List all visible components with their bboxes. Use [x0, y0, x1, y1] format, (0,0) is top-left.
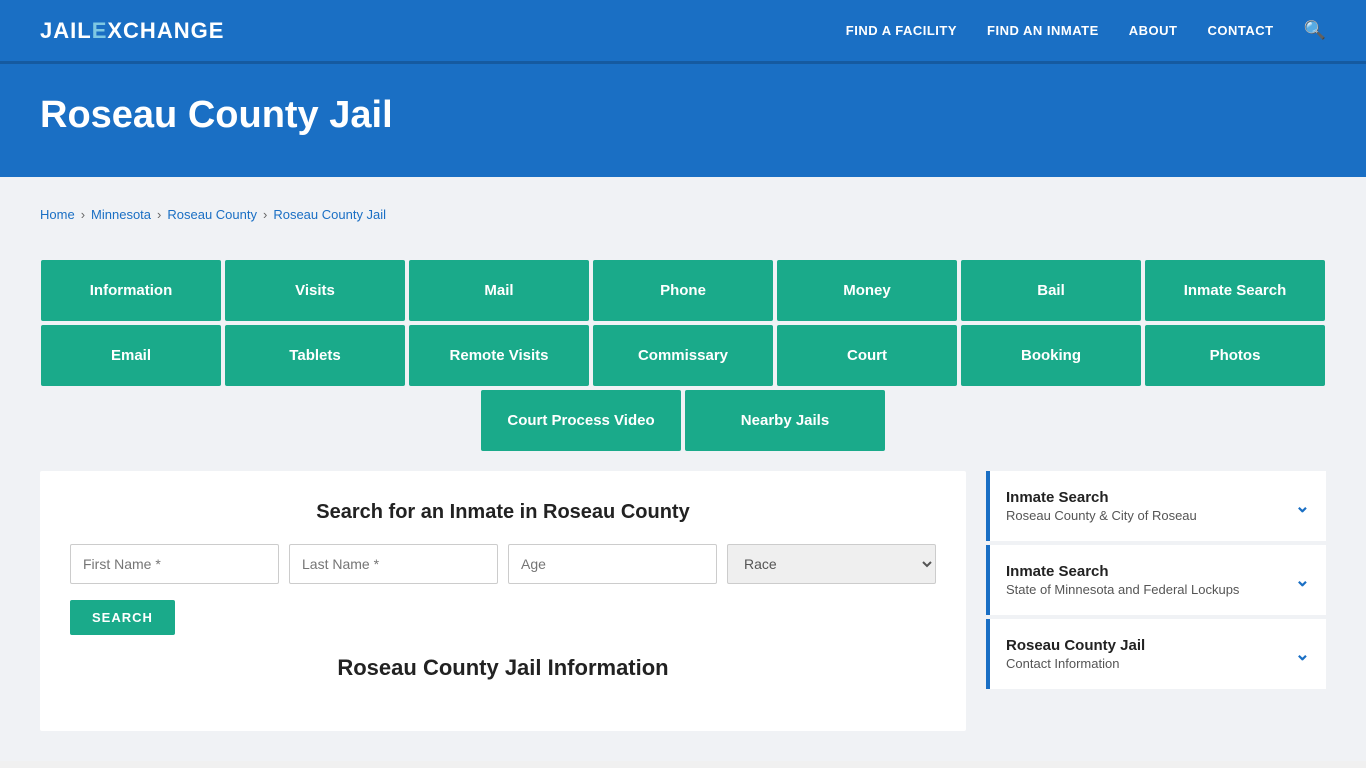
nav-contact[interactable]: CONTACT: [1207, 23, 1273, 38]
breadcrumb-state[interactable]: Minnesota: [91, 207, 151, 222]
grid-btn-booking[interactable]: Booking: [961, 325, 1141, 386]
sidebar-item-text-0: Inmate Search Roseau County & City of Ro…: [1006, 489, 1295, 523]
grid-btn-mail[interactable]: Mail: [409, 260, 589, 321]
grid-btn-information[interactable]: Information: [41, 260, 221, 321]
nav-find-inmate[interactable]: FIND AN INMATE: [987, 23, 1099, 38]
grid-btn-court[interactable]: Court: [777, 325, 957, 386]
grid-btn-remote-visits[interactable]: Remote Visits: [409, 325, 589, 386]
breadcrumb: Home › Minnesota › Roseau County › Rosea…: [40, 197, 1326, 232]
chevron-down-icon-2: ⌄: [1295, 644, 1310, 665]
button-row-2: EmailTabletsRemote VisitsCommissaryCourt…: [40, 325, 1326, 386]
sidebar-item-0[interactable]: Inmate Search Roseau County & City of Ro…: [986, 471, 1326, 541]
info-section: Roseau County Jail Information: [70, 655, 936, 681]
sidebar: Inmate Search Roseau County & City of Ro…: [986, 471, 1326, 693]
breadcrumb-sep-2: ›: [157, 207, 161, 222]
nav-about[interactable]: ABOUT: [1129, 23, 1178, 38]
grid-btn-email[interactable]: Email: [41, 325, 221, 386]
logo-ex: E: [92, 18, 108, 43]
logo-change: XCHANGE: [107, 18, 224, 43]
content-wrapper: Home › Minnesota › Roseau County › Rosea…: [0, 177, 1366, 761]
search-icon[interactable]: 🔍: [1304, 20, 1326, 41]
age-input[interactable]: [508, 544, 717, 584]
last-name-input[interactable]: [289, 544, 498, 584]
button-row-3: Court Process VideoNearby Jails: [40, 390, 1326, 451]
main-layout: Search for an Inmate in Roseau County Ra…: [40, 471, 1326, 731]
grid-btn-nearby-jails[interactable]: Nearby Jails: [685, 390, 885, 451]
sidebar-item-subtitle-2: Contact Information: [1006, 656, 1295, 671]
breadcrumb-sep-1: ›: [81, 207, 85, 222]
breadcrumb-county[interactable]: Roseau County: [167, 207, 257, 222]
breadcrumb-home[interactable]: Home: [40, 207, 75, 222]
race-select[interactable]: Race: [727, 544, 936, 584]
grid-btn-commissary[interactable]: Commissary: [593, 325, 773, 386]
main-nav: FIND A FACILITY FIND AN INMATE ABOUT CON…: [846, 20, 1326, 41]
sidebar-item-2[interactable]: Roseau County Jail Contact Information ⌄: [986, 619, 1326, 689]
sidebar-item-1[interactable]: Inmate Search State of Minnesota and Fed…: [986, 545, 1326, 615]
breadcrumb-jail[interactable]: Roseau County Jail: [273, 207, 386, 222]
page-title: Roseau County Jail: [40, 94, 1326, 137]
breadcrumb-sep-3: ›: [263, 207, 267, 222]
chevron-down-icon-1: ⌄: [1295, 570, 1310, 591]
button-row-1: InformationVisitsMailPhoneMoneyBailInmat…: [40, 260, 1326, 321]
chevron-down-icon-0: ⌄: [1295, 496, 1310, 517]
sidebar-items: Inmate Search Roseau County & City of Ro…: [986, 471, 1326, 689]
grid-btn-court-process-video[interactable]: Court Process Video: [481, 390, 681, 451]
nav-find-facility[interactable]: FIND A FACILITY: [846, 23, 957, 38]
hero-section: Roseau County Jail: [0, 64, 1366, 177]
sidebar-item-subtitle-0: Roseau County & City of Roseau: [1006, 508, 1295, 523]
sidebar-item-title-2: Roseau County Jail: [1006, 637, 1295, 654]
grid-btn-money[interactable]: Money: [777, 260, 957, 321]
search-button[interactable]: SEARCH: [70, 600, 175, 635]
search-panel: Search for an Inmate in Roseau County Ra…: [40, 471, 966, 731]
sidebar-item-text-1: Inmate Search State of Minnesota and Fed…: [1006, 563, 1295, 597]
grid-btn-photos[interactable]: Photos: [1145, 325, 1325, 386]
sidebar-item-title-1: Inmate Search: [1006, 563, 1295, 580]
sidebar-item-text-2: Roseau County Jail Contact Information: [1006, 637, 1295, 671]
grid-btn-inmate-search[interactable]: Inmate Search: [1145, 260, 1325, 321]
grid-btn-visits[interactable]: Visits: [225, 260, 405, 321]
grid-btn-phone[interactable]: Phone: [593, 260, 773, 321]
search-title: Search for an Inmate in Roseau County: [70, 501, 936, 524]
sidebar-item-title-0: Inmate Search: [1006, 489, 1295, 506]
grid-btn-tablets[interactable]: Tablets: [225, 325, 405, 386]
logo-jail: JAIL: [40, 18, 92, 43]
sidebar-item-subtitle-1: State of Minnesota and Federal Lockups: [1006, 582, 1295, 597]
info-title: Roseau County Jail Information: [70, 655, 936, 681]
site-logo[interactable]: JAILEXCHANGE: [40, 18, 224, 44]
grid-btn-bail[interactable]: Bail: [961, 260, 1141, 321]
first-name-input[interactable]: [70, 544, 279, 584]
search-form: Race: [70, 544, 936, 584]
